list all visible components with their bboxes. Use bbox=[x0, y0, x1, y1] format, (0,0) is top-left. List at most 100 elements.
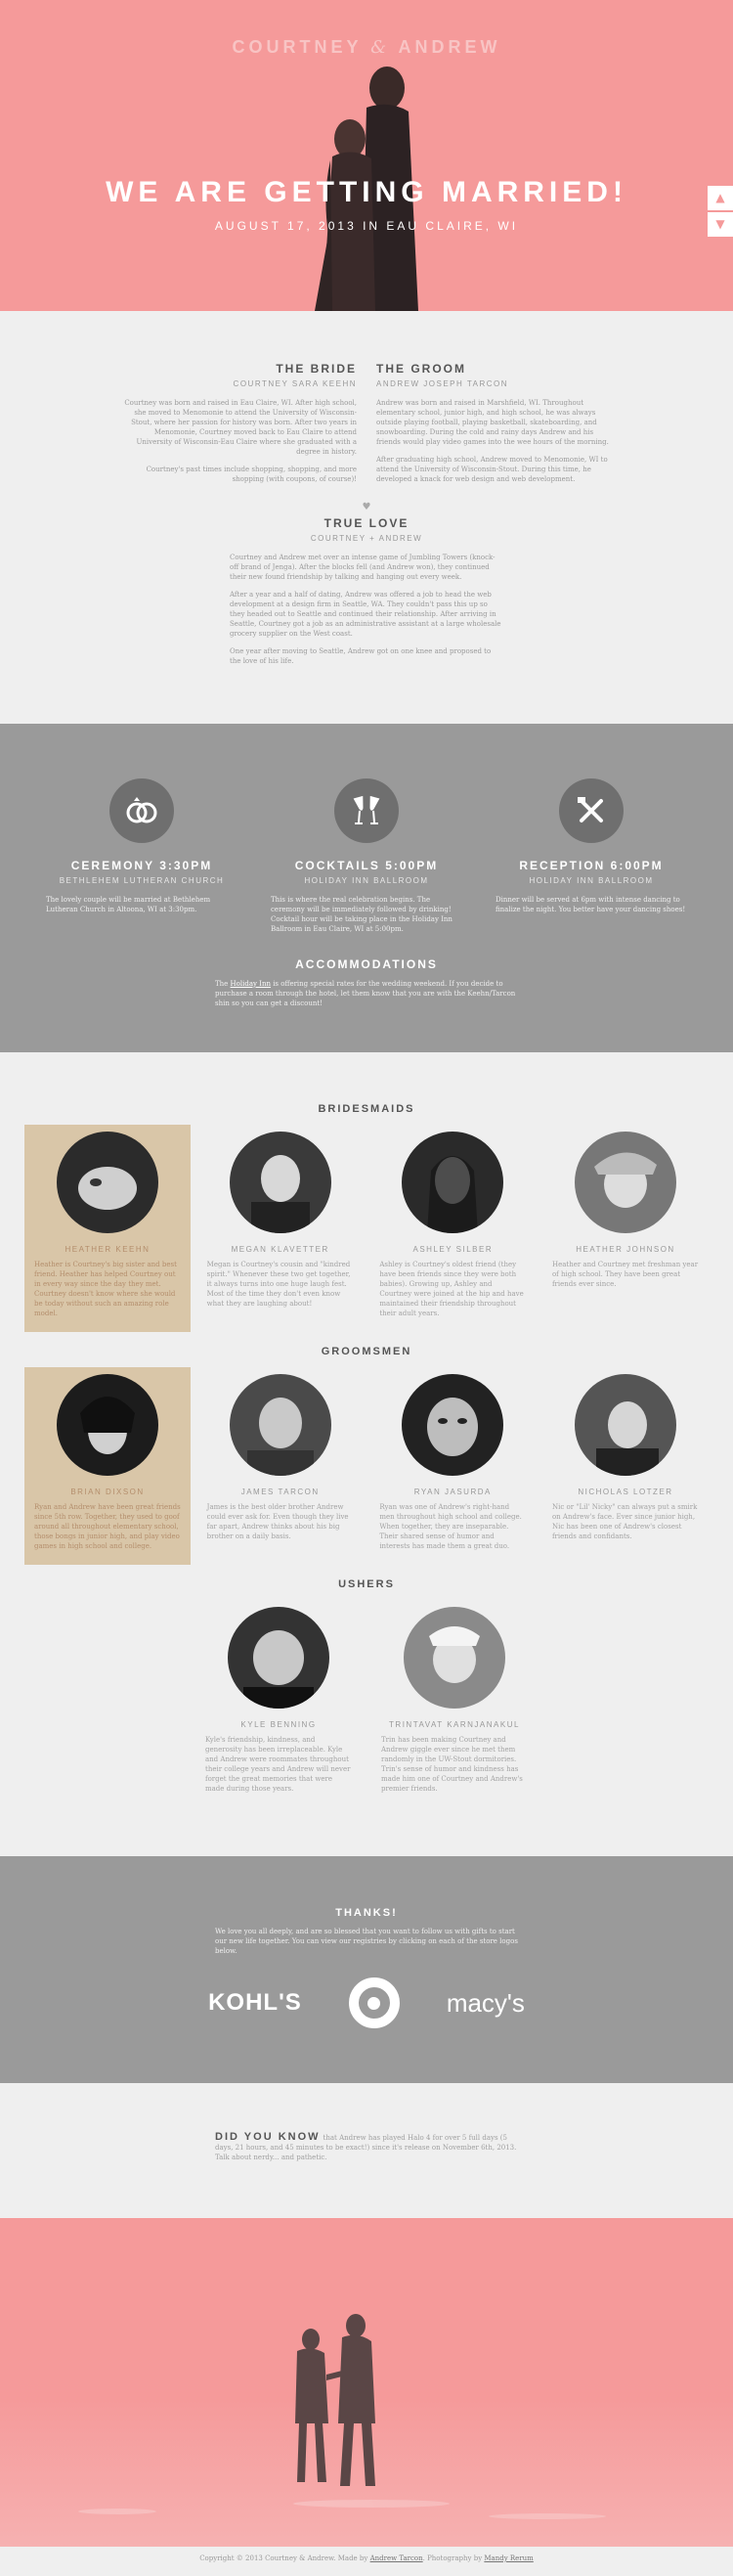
ceremony-event: CEREMONY 3:30PM BETHLEHEM LUTHERAN CHURC… bbox=[44, 778, 239, 934]
accommodations-text-pre: The bbox=[215, 980, 231, 988]
bride-full-name: COURTNEY SARA KEEHN bbox=[233, 379, 357, 388]
avatar bbox=[57, 1374, 158, 1476]
person-name: ASHLEY SILBER bbox=[412, 1245, 494, 1254]
person-card[interactable]: HEATHER JOHNSON Heather and Courtney met… bbox=[542, 1125, 709, 1332]
scroll-controls: ▲ ▼ bbox=[708, 186, 733, 239]
person-name: TRINTAVAT KARNJANAKUL bbox=[389, 1720, 520, 1729]
true-love-block: TRUE LOVE COURTNEY + ANDREW Courtney and… bbox=[0, 516, 733, 666]
target-bullseye-icon bbox=[367, 1996, 381, 2010]
avatar bbox=[57, 1132, 158, 1233]
person-name: BRIAN DIXSON bbox=[70, 1488, 145, 1496]
person-bio: Heather is Courtney's big sister and bes… bbox=[34, 1261, 177, 1317]
person-card[interactable]: MEGAN KLAVETTER Megan is Courtney's cous… bbox=[197, 1125, 364, 1332]
bride-block: THE BRIDE COURTNEY SARA KEEHN Courtney w… bbox=[122, 362, 366, 492]
person-card[interactable]: ASHLEY SILBER Ashley is Courtney's oldes… bbox=[369, 1125, 536, 1332]
accommodations-text: The Holiday Inn is offering special rate… bbox=[215, 979, 518, 1008]
groomsmen-row: BRIAN DIXSON Ryan and Andrew have been g… bbox=[24, 1367, 709, 1565]
person-card[interactable]: RYAN JASURDA Ryan was one of Andrew's ri… bbox=[369, 1367, 536, 1565]
wedding-date: AUGUST 17, 2013 IN EAU CLAIRE, WI bbox=[214, 219, 519, 233]
photographer-link[interactable]: Mandy Rerum bbox=[484, 2554, 533, 2562]
person-bio: Heather and Courtney met freshman year o… bbox=[551, 1261, 699, 1288]
did-you-know-section: DID YOU KNOW that Andrew has played Halo … bbox=[0, 2083, 733, 2218]
target-registry-link[interactable] bbox=[348, 1977, 400, 2028]
bride-bio-2: Courtney's past times include shopping, … bbox=[146, 466, 357, 483]
true-love-text-3: One year after moving to Seattle, Andrew… bbox=[230, 647, 492, 665]
couple-beach-photo bbox=[78, 2314, 606, 2519]
thanks-title: THANKS! bbox=[335, 1907, 398, 1919]
person-card[interactable]: BRIAN DIXSON Ryan and Andrew have been g… bbox=[24, 1367, 191, 1565]
scroll-up-button[interactable]: ▲ bbox=[708, 186, 733, 210]
groom-title: THE GROOM bbox=[376, 362, 466, 376]
macys-registry-link[interactable]: macy's bbox=[447, 1988, 525, 2019]
true-love-text-1: Courtney and Andrew met over an intense … bbox=[230, 554, 496, 581]
heart-icon: ♥ bbox=[362, 502, 371, 512]
person-card[interactable]: JAMES TARCON James is the best older bro… bbox=[197, 1367, 364, 1565]
person-bio: Ryan and Andrew have been great friends … bbox=[34, 1503, 181, 1550]
did-you-know-text: DID YOU KNOW that Andrew has played Halo … bbox=[215, 2132, 518, 2162]
true-love-title: TRUE LOVE bbox=[323, 516, 410, 530]
person-name: RYAN JASURDA bbox=[413, 1488, 492, 1496]
person-name: HEATHER KEEHN bbox=[65, 1245, 151, 1254]
person-name: HEATHER JOHNSON bbox=[576, 1245, 675, 1254]
cocktails-text: This is where the real celebration begin… bbox=[271, 896, 453, 933]
did-you-know-label: DID YOU KNOW bbox=[215, 2131, 321, 2143]
footer-photo bbox=[0, 2218, 733, 2547]
reception-location: HOLIDAY INN BALLROOM bbox=[529, 876, 654, 885]
holiday-inn-link[interactable]: Holiday Inn bbox=[231, 980, 271, 988]
kohls-registry-link[interactable]: KOHL'S bbox=[208, 1989, 302, 2017]
groom-full-name: ANDREW JOSEPH TARCON bbox=[376, 379, 509, 388]
person-bio: Trin has been making Courtney and Andrew… bbox=[381, 1736, 523, 1793]
person-name: JAMES TARCON bbox=[240, 1488, 320, 1496]
person-bio: Kyle's friendship, kindness, and generos… bbox=[205, 1736, 351, 1793]
scroll-down-button[interactable]: ▼ bbox=[708, 212, 733, 237]
champagne-glasses-icon bbox=[334, 778, 399, 843]
person-card[interactable]: NICHOLAS LOTZER Nic or "Lil' Nicky" can … bbox=[542, 1367, 709, 1565]
avatar bbox=[404, 1607, 505, 1709]
person-bio: Ashley is Courtney's oldest friend (they… bbox=[379, 1261, 524, 1317]
person-bio: Ryan was one of Andrew's right-hand men … bbox=[379, 1503, 522, 1550]
story-section: THE BRIDE COURTNEY SARA KEEHN Courtney w… bbox=[0, 311, 733, 724]
hero-section: COURTNEY & ANDREW WE ARE GETTING MARRIED… bbox=[0, 0, 733, 311]
credits-pre: Copyright © 2013 Courtney & Andrew. Made… bbox=[199, 2554, 370, 2562]
credits-mid: . Photography by bbox=[422, 2554, 485, 2562]
person-name: MEGAN KLAVETTER bbox=[231, 1245, 329, 1254]
ceremony-title: CEREMONY 3:30PM bbox=[70, 859, 213, 872]
events-section: CEREMONY 3:30PM BETHLEHEM LUTHERAN CHURC… bbox=[0, 724, 733, 1052]
true-love-subtitle: COURTNEY + ANDREW bbox=[310, 534, 423, 543]
reception-event: RECEPTION 6:00PM HOLIDAY INN BALLROOM Di… bbox=[494, 778, 689, 934]
person-bio: James is the best older brother Andrew c… bbox=[206, 1503, 349, 1540]
bride-bio-1: Courtney was born and raised in Eau Clai… bbox=[124, 399, 357, 456]
registry-logos: KOHL'S macy's bbox=[0, 1977, 733, 2028]
avatar bbox=[574, 1132, 676, 1233]
bridesmaids-row: HEATHER KEEHN Heather is Courtney's big … bbox=[24, 1125, 709, 1332]
person-card[interactable]: HEATHER KEEHN Heather is Courtney's big … bbox=[24, 1125, 191, 1332]
avatar bbox=[402, 1132, 504, 1233]
true-love-text-2: After a year and a half of dating, Andre… bbox=[230, 591, 501, 638]
avatar bbox=[229, 1132, 331, 1233]
person-card[interactable]: KYLE BENNING Kyle's friendship, kindness… bbox=[195, 1600, 362, 1807]
ceremony-text: The lovely couple will be married at Bet… bbox=[46, 896, 211, 913]
wedding-party-section: BRIDESMAIDS HEATHER KEEHN Heather is Cou… bbox=[0, 1052, 733, 1856]
person-card[interactable]: TRINTAVAT KARNJANAKUL Trin has been maki… bbox=[371, 1600, 538, 1807]
andrew-tarcon-link[interactable]: Andrew Tarcon bbox=[370, 2554, 423, 2562]
avatar bbox=[228, 1607, 329, 1709]
avatar bbox=[402, 1374, 504, 1476]
avatar bbox=[574, 1374, 676, 1476]
bride-title: THE BRIDE bbox=[276, 362, 357, 376]
ushers-title: USHERS bbox=[338, 1578, 395, 1590]
reception-text: Dinner will be served at 6pm with intens… bbox=[496, 896, 686, 913]
person-name: NICHOLAS LOTZER bbox=[578, 1488, 673, 1496]
ceremony-location: BETHLEHEM LUTHERAN CHURCH bbox=[59, 876, 225, 885]
fork-knife-icon bbox=[559, 778, 624, 843]
accommodations-title: ACCOMMODATIONS bbox=[295, 957, 438, 971]
groom-block: THE GROOM ANDREW JOSEPH TARCON Andrew wa… bbox=[366, 362, 611, 492]
person-bio: Nic or "Lil' Nicky" can always put a smi… bbox=[551, 1503, 698, 1540]
person-bio: Megan is Courtney's cousin and "kindred … bbox=[206, 1261, 351, 1308]
reception-title: RECEPTION 6:00PM bbox=[519, 859, 664, 872]
cocktails-title: COCKTAILS 5:00PM bbox=[294, 859, 439, 872]
accommodations-block: ACCOMMODATIONS The Holiday Inn is offeri… bbox=[0, 957, 733, 1008]
cocktails-event: COCKTAILS 5:00PM HOLIDAY INN BALLROOM Th… bbox=[269, 778, 464, 934]
avatar bbox=[229, 1374, 331, 1476]
groomsmen-title: GROOMSMEN bbox=[321, 1346, 412, 1357]
cocktails-location: HOLIDAY INN BALLROOM bbox=[304, 876, 429, 885]
